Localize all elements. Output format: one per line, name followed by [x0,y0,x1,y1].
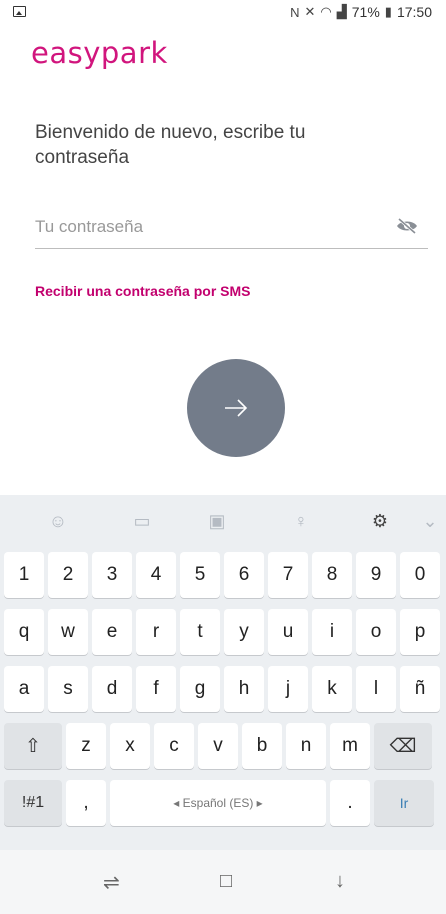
key[interactable]: 2 [48,552,88,598]
microphone-icon[interactable]: ♀ [287,507,315,535]
shift-key[interactable]: ⇧ [4,723,62,769]
symbols-key[interactable]: !#1 [4,780,62,826]
key[interactable]: c [154,723,194,769]
hide-password-icon[interactable] [396,218,418,234]
settings-gear-icon[interactable]: ⚙ [366,507,394,535]
key[interactable]: j [268,666,308,712]
comma-key[interactable]: , [66,780,106,826]
recent-apps-icon[interactable]: ⇌ [103,870,120,895]
key[interactable]: i [312,609,352,655]
key[interactable]: y [224,609,264,655]
password-field [35,208,428,249]
signal-icon: ▟ [336,4,347,19]
key[interactable]: p [400,609,440,655]
key[interactable]: u [268,609,308,655]
enter-go-key[interactable]: Ir [374,780,434,826]
key[interactable]: z [66,723,106,769]
number-row: 1 2 3 4 5 6 7 8 9 0 [0,552,446,598]
submit-button[interactable] [187,359,285,457]
wifi-icon: ◠ [320,4,332,19]
clock: 17:50 [396,4,432,20]
key[interactable]: n [286,723,326,769]
back-down-icon[interactable]: ↓ [335,870,345,893]
emoji-icon[interactable]: ☺ [44,507,72,535]
battery-icon: ▮ [384,4,392,19]
gallery-icon [13,6,26,17]
key[interactable]: t [180,609,220,655]
keyboard-toolbar: ☺ ▭ ▣ ♀ ⚙ ⌄ [0,495,446,548]
status-right: N ✕ ◠ ▟ 71% ▮ 17:50 [290,4,432,20]
sticker-icon[interactable]: ▭ [128,507,156,535]
letter-row-2: a s d f g h j k l ñ [0,666,446,712]
key[interactable]: o [356,609,396,655]
bottom-row: !#1 , ◂ Español (ES) ▸ . Ir [0,780,446,826]
key[interactable]: w [48,609,88,655]
home-icon[interactable]: □ [220,870,232,893]
period-key[interactable]: . [330,780,370,826]
key[interactable]: k [312,666,352,712]
key[interactable]: f [136,666,176,712]
key[interactable]: 1 [4,552,44,598]
gif-icon[interactable]: ▣ [203,507,231,535]
soft-keyboard: ☺ ▭ ▣ ♀ ⚙ ⌄ 1 2 3 4 5 6 7 8 9 0 q w e r … [0,495,446,850]
key[interactable]: 6 [224,552,264,598]
key[interactable]: a [4,666,44,712]
key[interactable]: ñ [400,666,440,712]
key[interactable]: 7 [268,552,308,598]
welcome-heading: Bienvenido de nuevo, escribe tu contrase… [35,122,306,168]
chevron-down-icon[interactable]: ⌄ [420,507,440,535]
letter-row-1: q w e r t y u i o p [0,609,446,655]
key[interactable]: x [110,723,150,769]
key[interactable]: 5 [180,552,220,598]
key[interactable]: s [48,666,88,712]
password-input[interactable] [35,208,375,246]
navigation-bar: ⇌ □ ↓ [0,850,446,914]
key[interactable]: m [330,723,370,769]
key[interactable]: h [224,666,264,712]
status-bar: N ✕ ◠ ▟ 71% ▮ 17:50 [0,0,446,30]
letter-row-3: ⇧ z x c v b n m ⌫ [0,723,446,769]
easypark-logo: easypark [31,36,168,70]
key[interactable]: e [92,609,132,655]
key[interactable]: 4 [136,552,176,598]
arrow-right-icon [225,399,248,417]
nfc-icon: N [290,4,300,20]
key[interactable]: q [4,609,44,655]
key[interactable]: v [198,723,238,769]
space-key[interactable]: ◂ Español (ES) ▸ [110,780,326,826]
backspace-key[interactable]: ⌫ [374,723,432,769]
key[interactable]: d [92,666,132,712]
sms-password-link[interactable]: Recibir una contraseña por SMS [35,283,251,299]
key[interactable]: 0 [400,552,440,598]
key[interactable]: g [180,666,220,712]
key[interactable]: 8 [312,552,352,598]
key[interactable]: 3 [92,552,132,598]
key[interactable]: 9 [356,552,396,598]
key[interactable]: l [356,666,396,712]
key[interactable]: r [136,609,176,655]
mute-icon: ✕ [304,4,316,19]
battery-percent: 71% [351,4,380,20]
key[interactable]: b [242,723,282,769]
